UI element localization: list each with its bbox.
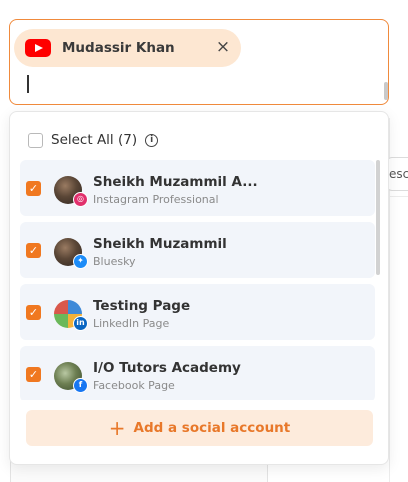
text-caret [27,75,29,93]
account-checkbox[interactable]: ✓ [26,243,41,258]
chip-remove-icon[interactable]: × [213,38,233,58]
list-scrollbar[interactable] [376,160,380,275]
info-icon[interactable]: i [145,133,159,147]
select-all-count: (7) [117,132,138,148]
account-type: LinkedIn Page [93,317,170,330]
select-all-checkbox[interactable] [28,132,43,148]
chip-label: Mudassir Khan [62,40,175,56]
plus-icon: + [108,416,126,440]
account-selector-input[interactable]: Mudassir Khan × [9,19,389,105]
select-all-row[interactable]: Select All (7) i [28,132,159,148]
account-name: I/O Tutors Academy [93,360,241,376]
account-checkbox[interactable]: ✓ [26,367,41,382]
background-button[interactable]: esc [386,157,408,191]
account-type: Instagram Professional [93,193,219,206]
accounts-list: ✓ ◎ Sheikh Muzammil A... Instagram Profe… [20,160,375,400]
account-name: Testing Page [93,298,191,314]
account-item[interactable]: ✓ in Testing Page LinkedIn Page [20,284,375,340]
select-all-text: Select All [51,132,114,148]
account-type: Facebook Page [93,379,175,392]
select-all-label: Select All (7) [51,132,137,148]
instagram-icon: ◎ [73,192,88,207]
account-item[interactable]: ✓ f I/O Tutors Academy Facebook Page [20,346,375,400]
account-item[interactable]: ✓ ◎ Sheikh Muzammil A... Instagram Profe… [20,160,375,216]
background-button-label: esc [389,167,408,181]
account-item[interactable]: ✓ ✦ Sheikh Muzammil Bluesky [20,222,375,278]
input-scrollbar[interactable] [384,82,388,100]
bluesky-icon: ✦ [73,254,88,269]
account-checkbox[interactable]: ✓ [26,181,41,196]
youtube-icon [25,39,51,57]
add-social-account-button[interactable]: + Add a social account [26,410,373,446]
accounts-dropdown: Select All (7) i ✓ ◎ Sheikh Muzammil A..… [9,111,389,465]
linkedin-icon: in [73,316,88,331]
selected-account-chip: Mudassir Khan × [14,29,241,67]
add-social-account-label: Add a social account [133,420,291,436]
account-name: Sheikh Muzammil [93,236,227,252]
account-checkbox[interactable]: ✓ [26,305,41,320]
account-name: Sheikh Muzammil A... [93,174,258,190]
facebook-icon: f [73,378,88,393]
account-type: Bluesky [93,255,136,268]
